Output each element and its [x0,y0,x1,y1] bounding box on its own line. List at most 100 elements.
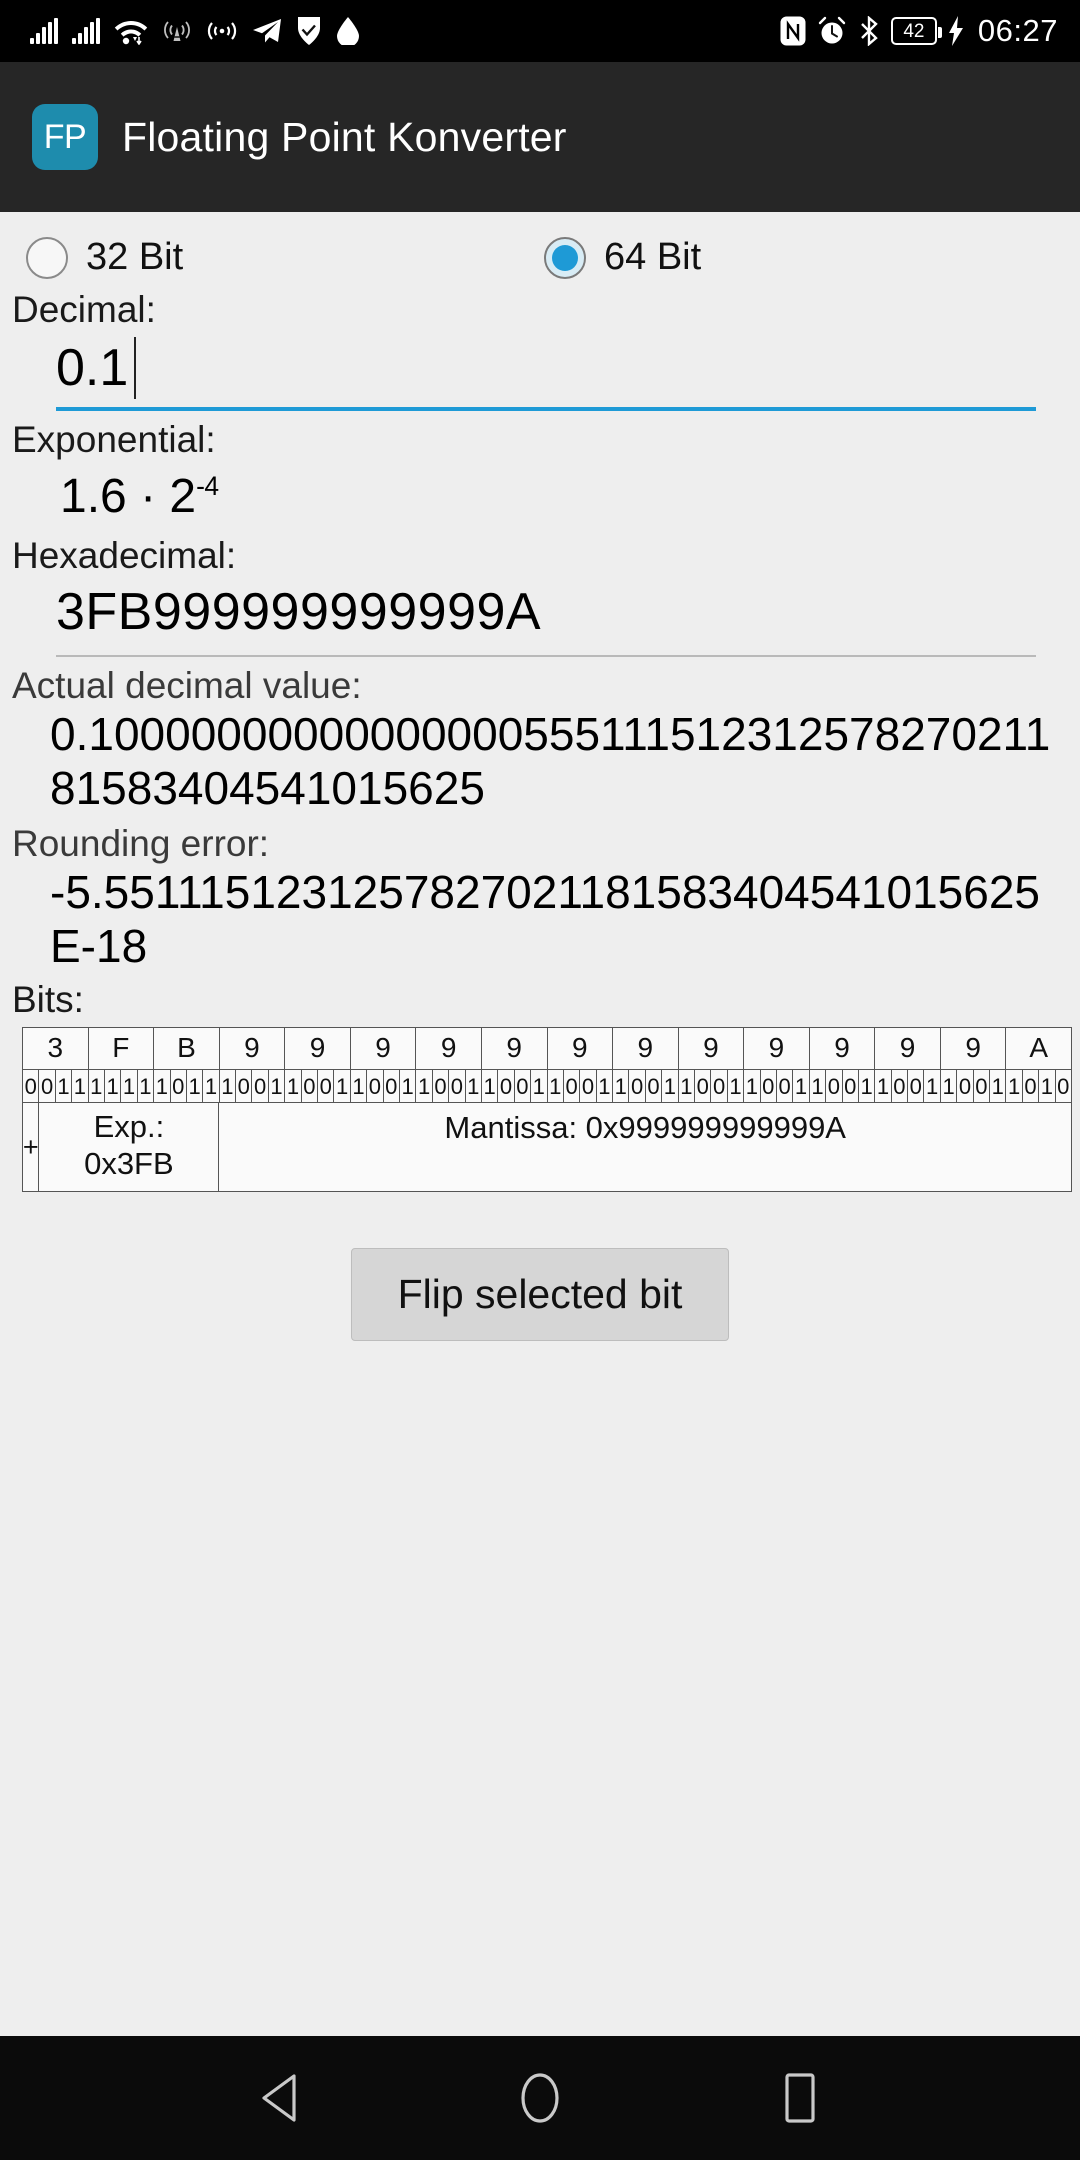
app-icon: FP [32,104,98,170]
bit-cell[interactable]: 1 [416,1070,433,1103]
bit-cell[interactable]: 0 [252,1070,269,1103]
bit-cell[interactable]: 1 [679,1070,696,1103]
bit-cell[interactable]: 1 [105,1070,122,1103]
signal-bars-icon [30,18,58,44]
nibble-cell: 9 [941,1027,1007,1070]
radio-label-32bit: 32 Bit [86,236,184,278]
bit-cell[interactable]: 1 [548,1070,564,1103]
bit-cell[interactable]: 1 [793,1070,810,1103]
bit-cell[interactable]: 1 [744,1070,761,1103]
text-cursor [134,337,137,400]
nibble-cell: 9 [351,1027,417,1070]
bit-cell[interactable]: 0 [711,1070,728,1103]
app-title: Floating Point Konverter [122,113,567,160]
bit-cell[interactable]: 1 [56,1070,73,1103]
hexadecimal-input[interactable]: 3FB999999999999A [56,580,1036,658]
bit-cell[interactable]: 1 [220,1070,237,1103]
bit-cell[interactable]: 1 [400,1070,417,1103]
bit-cell[interactable]: 1 [203,1070,220,1103]
bit-cell[interactable]: 0 [39,1070,56,1103]
bit-cell[interactable]: 1 [154,1070,171,1103]
bit-cell[interactable]: 0 [171,1070,187,1103]
nibble-cell: 9 [613,1027,679,1070]
nibble-cell: 9 [482,1027,548,1070]
bit-cell[interactable]: 0 [777,1070,794,1103]
bit-cell[interactable]: 1 [531,1070,548,1103]
nibble-cell: 9 [220,1027,286,1070]
checkmark-shield-icon [296,17,322,45]
bit-cell[interactable]: 0 [433,1070,450,1103]
nibble-cell: 9 [416,1027,482,1070]
nibble-cell: 9 [285,1027,351,1070]
bit-cell[interactable]: 1 [466,1070,482,1103]
bit-cell[interactable]: 0 [580,1070,597,1103]
exponential-exponent: -4 [196,470,219,501]
bit-cell[interactable]: 0 [515,1070,532,1103]
bit-cell[interactable]: 0 [892,1070,909,1103]
bit-cell[interactable]: 1 [613,1070,630,1103]
bit-cell[interactable]: 0 [1056,1070,1071,1102]
decimal-input[interactable]: 0.1 [56,336,1036,412]
bit-cell[interactable]: 0 [629,1070,646,1103]
flip-selected-bit-button[interactable]: Flip selected bit [350,1247,730,1341]
home-circle-icon[interactable] [485,2043,595,2153]
bit-cell[interactable]: 1 [597,1070,614,1103]
bit-cell[interactable]: 0 [236,1070,253,1103]
bit-cell[interactable]: 1 [72,1070,89,1103]
bit-cell[interactable]: 0 [646,1070,663,1103]
bit-cell[interactable]: 1 [810,1070,827,1103]
app-bar: FP Floating Point Konverter [0,62,1080,212]
bit-cell[interactable]: 1 [482,1070,499,1103]
bit-cell[interactable]: 0 [367,1070,384,1103]
bit-cell[interactable]: 1 [351,1070,368,1103]
nibble-row: 3FB999999999999A [23,1027,1071,1070]
bit-cell[interactable]: 0 [384,1070,400,1103]
bit-cell[interactable]: 1 [138,1070,155,1103]
bits-table: 3FB999999999999A 00111111101110011001100… [22,1026,1072,1192]
bit-cell[interactable]: 0 [695,1070,712,1103]
radio-circle-64bit[interactable] [544,236,586,279]
bit-cell[interactable]: 0 [908,1070,925,1103]
radio-option-32bit[interactable]: 32 Bit [8,236,538,279]
bit-cell[interactable]: 1 [1039,1070,1056,1103]
exponential-mantissa: 1.6 · 2 [60,469,197,523]
bit-cell[interactable]: 1 [859,1070,876,1103]
bit-cell[interactable]: 1 [941,1070,958,1103]
exponential-value: 1.6 · 2-4 [8,461,1072,527]
bit-cell[interactable]: 1 [662,1070,679,1103]
bit-cell[interactable]: 0 [302,1070,319,1103]
bit-cell[interactable]: 0 [957,1070,974,1103]
bit-cell[interactable]: 1 [1006,1070,1023,1103]
bit-cell[interactable]: 0 [1023,1070,1040,1103]
bit-cell[interactable]: 1 [89,1070,105,1103]
bit-cell[interactable]: 0 [318,1070,335,1103]
bit-cell[interactable]: 0 [564,1070,581,1103]
bit-row: 0011111110111001100110011001100110011001… [23,1069,1071,1103]
back-triangle-icon[interactable] [225,2043,335,2153]
exponential-label: Exponential: [12,419,216,461]
bit-cell[interactable]: 0 [843,1070,859,1103]
bit-cell[interactable]: 0 [826,1070,843,1103]
nibble-cell: 9 [548,1027,614,1070]
bit-cell[interactable]: 0 [449,1070,466,1103]
bit-cell[interactable]: 1 [924,1070,941,1103]
bit-cell[interactable]: 1 [875,1070,892,1103]
bit-cell[interactable]: 0 [23,1070,40,1103]
radio-circle-32bit[interactable] [26,236,68,279]
recents-square-icon[interactable] [745,2043,855,2153]
exponent-field-value: 0x3FB [84,1146,174,1182]
status-bar-right-icons: 42 06:27 [780,13,1058,49]
bit-cell[interactable]: 1 [285,1070,302,1103]
bit-cell[interactable]: 1 [121,1070,138,1103]
bit-cell[interactable]: 0 [761,1070,777,1103]
bit-cell[interactable]: 0 [498,1070,515,1103]
bit-cell[interactable]: 1 [990,1070,1007,1103]
bit-cell[interactable]: 1 [269,1070,286,1103]
bit-cell[interactable]: 1 [187,1070,204,1103]
radio-option-64bit[interactable]: 64 Bit [538,236,701,279]
bit-cell[interactable]: 0 [974,1070,991,1103]
bit-cell[interactable]: 1 [728,1070,745,1103]
bit-cell[interactable]: 1 [334,1070,351,1103]
rounding-error-value: -5.5511151231257827021181583404541015625… [50,865,1041,972]
main-content: 32 Bit 64 Bit Decimal: 0.1 Exponential: … [0,212,1080,2036]
